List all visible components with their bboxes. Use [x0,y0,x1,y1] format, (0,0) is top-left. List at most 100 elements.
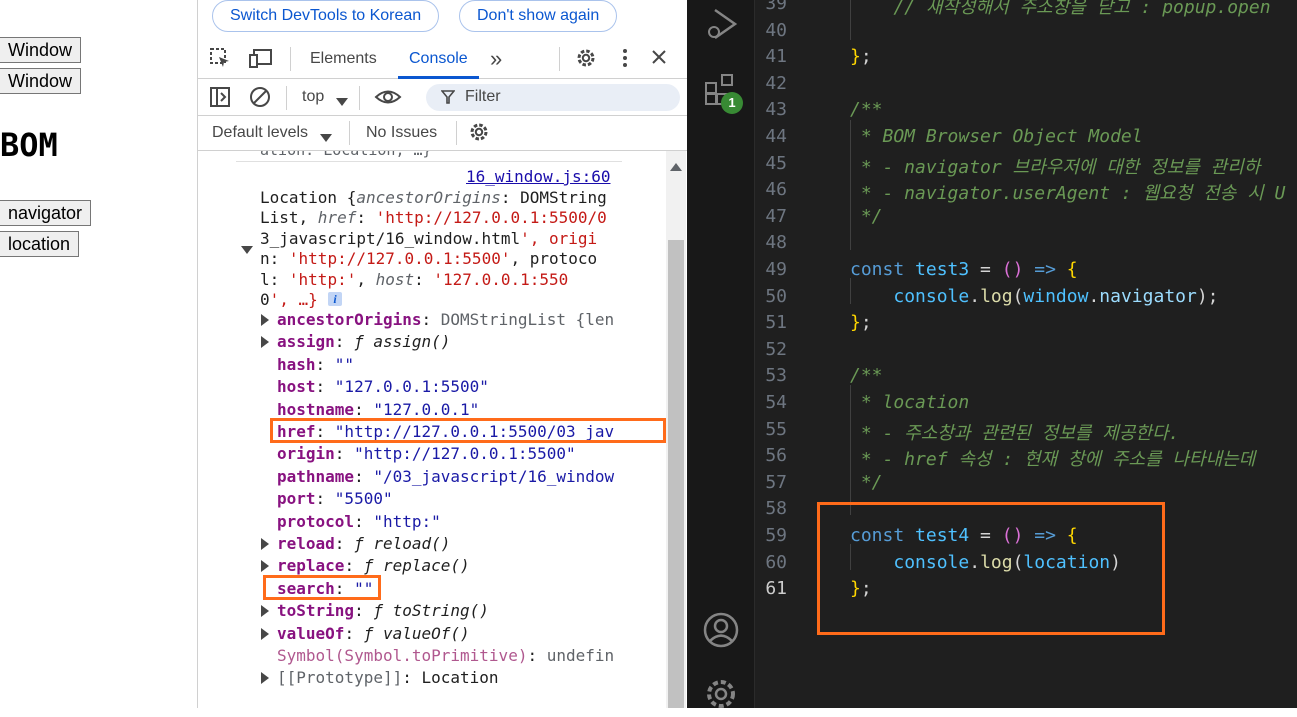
colon: : [334,332,355,352]
line-number: 47 [765,205,787,227]
log-levels-selector[interactable]: Default levels [212,124,308,142]
code-line[interactable]: * - href 속성 : 현재 창에 주소를 나타내는데 [850,445,1255,471]
property-row[interactable]: valueOf: ƒ valueOf() [277,623,470,645]
property-value: ƒ toString() [373,601,489,621]
property-key: Symbol(Symbol.toPrimitive) [277,646,528,665]
window-button-1[interactable]: Window [0,37,82,63]
property-value: "http://127.0.0.1:5500" [354,444,576,464]
colon: : [421,310,441,329]
switch-language-button[interactable]: Switch DevTools to Korean [212,0,440,32]
property-key: origin [277,444,335,464]
expand-triangle-icon[interactable] [261,672,269,685]
property-value: "http:" [373,511,441,531]
location-button[interactable]: location [0,231,80,257]
window-button-2[interactable]: Window [0,68,82,94]
source-link[interactable]: 16_window.js:60 [466,166,611,188]
inspect-element-icon[interactable] [209,47,231,69]
settings-gear-icon[interactable] [575,47,597,69]
summary-line: 0', …} [260,290,318,309]
line-number: 50 [765,285,787,307]
info-badge[interactable]: i [328,292,342,306]
property-row[interactable]: assign: ƒ assign() [277,331,450,353]
manage-gear-icon[interactable] [703,676,739,712]
expand-triangle-icon[interactable] [261,605,269,618]
colon: : [315,377,335,397]
property-row: protocol: "http:" [277,511,441,533]
live-expression-eye-icon[interactable] [374,86,402,108]
property-row: port: "5500" [277,488,393,510]
tab-console[interactable]: Console [409,50,468,68]
code-line[interactable]: // 새작성해서 주소창을 닫고 : popup.open [850,0,1270,19]
expand-triangle-icon[interactable] [261,627,269,640]
summary-line: Location {ancestorOrigins: DOMString [260,188,607,207]
code-line[interactable]: * BOM Browser Object Model [850,126,1143,147]
divider [349,121,350,145]
code-editor: 1 39 // 새작성해서 주소창을 닫고 : popup.open 40 41};… [687,0,1297,708]
expand-triangle-icon[interactable] [261,560,269,573]
code-line[interactable]: }; [850,312,872,333]
property-row[interactable]: toString: ƒ toString() [277,600,489,622]
property-row: host: "127.0.0.1:5500" [277,376,489,398]
colon: : [344,556,364,576]
scrollbar-thumb[interactable] [668,240,684,708]
web-page-panel: Window Window BOM navigator location [0,0,197,708]
property-key: toString [277,601,355,621]
line-number: 48 [765,232,787,254]
summary-line: n: 'http://127.0.0.1:5500', protoco [260,249,598,269]
close-icon[interactable] [651,49,667,65]
filter-placeholder: Filter [465,88,501,105]
code-line[interactable]: */ [850,472,883,493]
context-selector[interactable]: top [302,88,324,106]
sidebar-toggle-icon[interactable] [209,86,231,108]
code-line[interactable]: console.log(window.navigator); [850,286,1218,307]
tab-elements[interactable]: Elements [310,50,377,68]
code-line[interactable]: * - navigator 브라우저에 대한 정보를 관리하 [850,153,1261,179]
line-number: 39 [765,0,787,14]
line-number: 53 [765,365,787,387]
line-number: 55 [765,418,787,440]
devtools-panel: Switch DevTools to Korean Don't show aga… [197,0,688,708]
property-value: Location [421,668,499,688]
code-line[interactable]: * - navigator.userAgent : 웹요청 전송 시 U [850,179,1285,205]
property-row[interactable]: ancestorOrigins: DOMStringList {len [277,309,614,331]
property-value: "/03_javascript/16_window [373,466,615,486]
line-number: 49 [765,259,787,280]
line-number: 46 [765,179,787,201]
kebab-menu-icon[interactable] [622,48,628,68]
code-line[interactable]: */ [850,206,883,227]
dropdown-arrow-icon [320,129,332,142]
code-line[interactable]: const test3 = () => { [850,259,1078,280]
device-toolbar-icon[interactable] [249,47,273,69]
property-row: origin: "http://127.0.0.1:5500" [277,443,576,465]
code-line[interactable]: }; [850,46,872,67]
property-row[interactable]: reload: ƒ reload() [277,533,450,555]
line-number: 56 [765,445,787,467]
log-separator [236,161,622,162]
dont-show-again-button[interactable]: Don't show again [459,0,618,32]
clear-console-icon[interactable] [249,86,271,108]
active-tab-indicator [398,76,479,79]
navigator-button[interactable]: navigator [0,200,92,226]
expand-triangle-icon[interactable] [261,538,269,550]
scroll-up-arrow-icon[interactable] [670,158,682,171]
line-number: 59 [765,525,787,546]
account-icon[interactable] [703,612,739,648]
property-value: "" [334,354,355,374]
more-tabs-icon[interactable]: » [490,46,502,72]
code-line[interactable]: /** [850,365,883,386]
colon: : [354,511,374,531]
code-line[interactable]: /** [850,99,883,120]
colon: : [527,646,547,665]
issues-counter[interactable]: No Issues [366,124,437,142]
filter-funnel-icon [440,89,456,105]
expand-triangle-icon[interactable] [261,314,269,326]
expand-triangle-icon[interactable] [241,246,253,254]
code-line[interactable]: * - 주소창과 관련된 정보를 제공한다. [850,419,1180,445]
property-row[interactable]: [[Prototype]]: Location [277,667,499,689]
property-value: "127.0.0.1:5500" [334,377,489,397]
code-line[interactable]: * location [850,392,969,413]
expand-triangle-icon[interactable] [261,336,269,349]
line-number: 51 [765,312,787,334]
property-row: pathname: "/03_javascript/16_window [277,466,614,488]
console-settings-gear-icon[interactable] [468,121,490,143]
